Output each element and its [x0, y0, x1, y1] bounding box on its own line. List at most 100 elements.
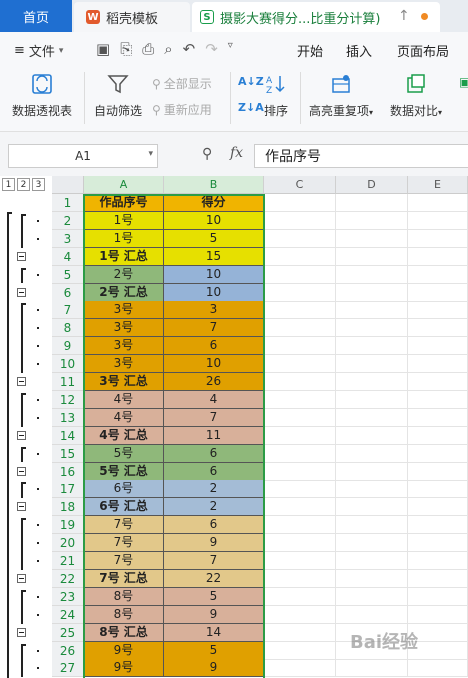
empty-cell[interactable] — [408, 355, 468, 374]
column-header-e[interactable]: E — [408, 176, 468, 194]
cell-a[interactable]: 3号 — [84, 337, 164, 356]
empty-cell[interactable] — [336, 283, 408, 302]
menu-tab-layout[interactable]: 页面布局 — [397, 41, 449, 60]
empty-cell[interactable] — [264, 283, 336, 302]
cell-b[interactable]: 7 — [164, 319, 264, 338]
export-icon[interactable]: ⎘ — [120, 40, 132, 58]
empty-cell[interactable] — [336, 569, 408, 588]
row-header[interactable]: 10 — [52, 355, 84, 374]
save-icon[interactable]: ▣ — [96, 40, 110, 58]
collapse-group-icon[interactable] — [17, 430, 26, 440]
cell-a[interactable]: 1号 — [84, 229, 164, 248]
cell-b[interactable]: 2 — [164, 480, 264, 499]
cell-b[interactable]: 5 — [164, 587, 264, 606]
empty-cell[interactable] — [336, 301, 408, 320]
empty-cell[interactable] — [264, 426, 336, 445]
cell-a[interactable]: 5号 — [84, 444, 164, 463]
cell-a[interactable]: 8号 — [84, 587, 164, 606]
name-box-dropdown-icon[interactable]: ▾ — [148, 149, 153, 159]
empty-cell[interactable] — [408, 373, 468, 391]
row-header[interactable]: 8 — [52, 319, 84, 338]
column-header-d[interactable]: D — [336, 176, 408, 194]
empty-cell[interactable] — [408, 229, 468, 248]
cell-b[interactable]: 9 — [164, 534, 264, 553]
empty-cell[interactable] — [408, 516, 468, 535]
row-header[interactable]: 13 — [52, 408, 84, 427]
menu-tab-insert[interactable]: 插入 — [346, 41, 372, 60]
empty-cell[interactable] — [264, 480, 336, 499]
cell-b[interactable]: 6 — [164, 337, 264, 356]
quick-access-chevron-icon[interactable]: ▿ — [228, 40, 233, 58]
cell-a[interactable]: 3号 — [84, 355, 164, 374]
row-header[interactable]: 26 — [52, 641, 84, 660]
empty-cell[interactable] — [336, 480, 408, 499]
upload-icon[interactable]: ↑ — [398, 8, 410, 24]
cell-b[interactable]: 7 — [164, 552, 264, 570]
outline-level-1-button[interactable]: 1 — [2, 178, 15, 191]
empty-cell[interactable] — [408, 319, 468, 338]
cell-b[interactable]: 3 — [164, 301, 264, 320]
empty-cell[interactable] — [408, 587, 468, 606]
empty-cell[interactable] — [336, 552, 408, 570]
empty-cell[interactable] — [336, 444, 408, 463]
empty-cell[interactable] — [336, 516, 408, 535]
empty-cell[interactable] — [408, 211, 468, 230]
pivot-table-button[interactable]: 数据透视表 — [12, 72, 72, 119]
row-header[interactable]: 14 — [52, 426, 84, 445]
empty-cell[interactable] — [264, 319, 336, 338]
empty-cell[interactable] — [336, 605, 408, 624]
sort-button[interactable]: AZ 排序 — [264, 72, 288, 119]
empty-cell[interactable] — [264, 569, 336, 588]
print-preview-icon[interactable]: ⌕ — [164, 40, 172, 58]
empty-cell[interactable] — [408, 247, 468, 266]
empty-cell[interactable] — [336, 337, 408, 356]
empty-cell[interactable] — [408, 444, 468, 463]
reapply-button[interactable]: ⚲ 重新应用 — [152, 101, 212, 118]
empty-cell[interactable] — [264, 552, 336, 570]
cell-a[interactable]: 4号 汇总 — [84, 426, 164, 445]
row-header[interactable]: 18 — [52, 498, 84, 517]
empty-cell[interactable] — [336, 355, 408, 374]
empty-cell[interactable] — [408, 408, 468, 427]
empty-cell[interactable] — [264, 444, 336, 463]
function-icon[interactable]: fx — [230, 145, 243, 161]
highlight-duplicates-button[interactable]: 高亮重复项▾ — [309, 72, 373, 119]
empty-cell[interactable] — [408, 301, 468, 320]
cell-a[interactable]: 9号 — [84, 641, 164, 660]
cell-b[interactable]: 10 — [164, 265, 264, 284]
cell-a[interactable]: 5号 汇总 — [84, 462, 164, 481]
row-header[interactable]: 6 — [52, 283, 84, 302]
empty-cell[interactable] — [408, 426, 468, 445]
empty-cell[interactable] — [336, 211, 408, 230]
sort-descending-icon[interactable]: Z↓A — [238, 101, 264, 114]
outline-level-3-button[interactable]: 3 — [32, 178, 45, 191]
empty-cell[interactable] — [264, 641, 336, 660]
empty-cell[interactable] — [408, 194, 468, 212]
empty-cell[interactable] — [264, 587, 336, 606]
empty-cell[interactable] — [264, 194, 336, 212]
empty-cell[interactable] — [264, 408, 336, 427]
empty-cell[interactable] — [264, 373, 336, 391]
data-compare-button[interactable]: 数据对比▾ — [390, 72, 442, 119]
empty-cell[interactable] — [408, 480, 468, 499]
empty-cell[interactable] — [264, 623, 336, 642]
empty-cell[interactable] — [264, 337, 336, 356]
row-header[interactable]: 15 — [52, 444, 84, 463]
row-header[interactable]: 19 — [52, 516, 84, 535]
row-header[interactable]: 4 — [52, 247, 84, 266]
cell-b[interactable]: 14 — [164, 623, 264, 642]
empty-cell[interactable] — [336, 408, 408, 427]
empty-cell[interactable] — [336, 194, 408, 212]
cell-b[interactable]: 15 — [164, 247, 264, 266]
cell-b[interactable]: 9 — [164, 659, 264, 678]
name-box[interactable]: A1 ▾ — [8, 144, 158, 168]
cell-b[interactable]: 7 — [164, 408, 264, 427]
cell-b[interactable]: 10 — [164, 283, 264, 302]
collapse-group-icon[interactable] — [17, 466, 26, 476]
empty-cell[interactable] — [408, 552, 468, 570]
tab-template[interactable]: W 稻壳模板 — [74, 2, 190, 32]
row-header[interactable]: 20 — [52, 534, 84, 553]
show-all-button[interactable]: ⚲ 全部显示 — [152, 75, 212, 92]
more-ribbon-icon[interactable]: ▣ — [459, 75, 468, 89]
row-header[interactable]: 21 — [52, 552, 84, 570]
